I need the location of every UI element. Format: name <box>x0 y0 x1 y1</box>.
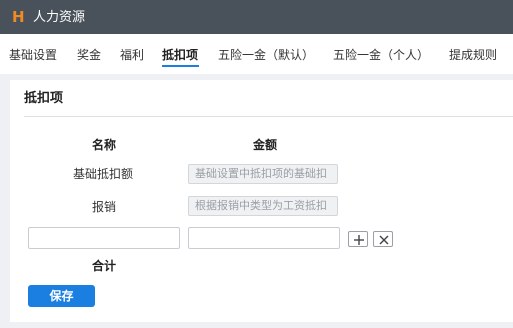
app-logo: H <box>12 8 25 26</box>
panel-title: 抵扣项 <box>24 91 64 106</box>
basic-deduction-amount-field: 基础设置中抵扣项的基础扣 <box>188 164 338 184</box>
tab-insurance-default[interactable]: 五险一金（默认） <box>218 47 314 63</box>
add-row-button[interactable] <box>348 231 368 247</box>
deductions-panel: 抵扣项 名称 金额 基础抵扣额 基础设置中抵扣项的基础扣 报销 根据报销中类型为… <box>10 80 513 322</box>
panel-divider <box>24 116 513 117</box>
column-header-name: 名称 <box>92 138 117 152</box>
close-icon <box>379 235 389 245</box>
tab-insurance-personal[interactable]: 五险一金（个人） <box>333 47 429 63</box>
top-bar: H 人力资源 <box>0 0 513 34</box>
tab-deductions[interactable]: 抵扣项 <box>162 47 198 63</box>
plus-icon <box>354 235 364 245</box>
reimbursement-amount-field: 根据报销中类型为工资抵扣 <box>188 196 338 216</box>
app-title: 人力资源 <box>33 10 86 25</box>
tab-basic-settings[interactable]: 基础设置 <box>9 47 57 63</box>
row-label-reimbursement: 报销 <box>92 200 117 214</box>
row-label-basic-deduction: 基础抵扣额 <box>73 167 134 181</box>
new-deduction-amount-input[interactable] <box>188 227 340 249</box>
active-tab-indicator <box>162 65 199 67</box>
tab-bar: 基础设置 奖金 福利 抵扣项 五险一金（默认） 五险一金（个人） 提成规则 <box>0 34 513 74</box>
remove-row-button[interactable] <box>373 231 393 247</box>
tab-bonus[interactable]: 奖金 <box>77 47 101 63</box>
tab-welfare[interactable]: 福利 <box>120 47 144 63</box>
total-label: 合计 <box>92 259 117 273</box>
save-button[interactable]: 保存 <box>28 285 95 307</box>
column-header-amount: 金额 <box>253 138 278 152</box>
tab-commission-rules[interactable]: 提成规则 <box>449 47 497 63</box>
new-deduction-name-input[interactable] <box>28 227 180 249</box>
